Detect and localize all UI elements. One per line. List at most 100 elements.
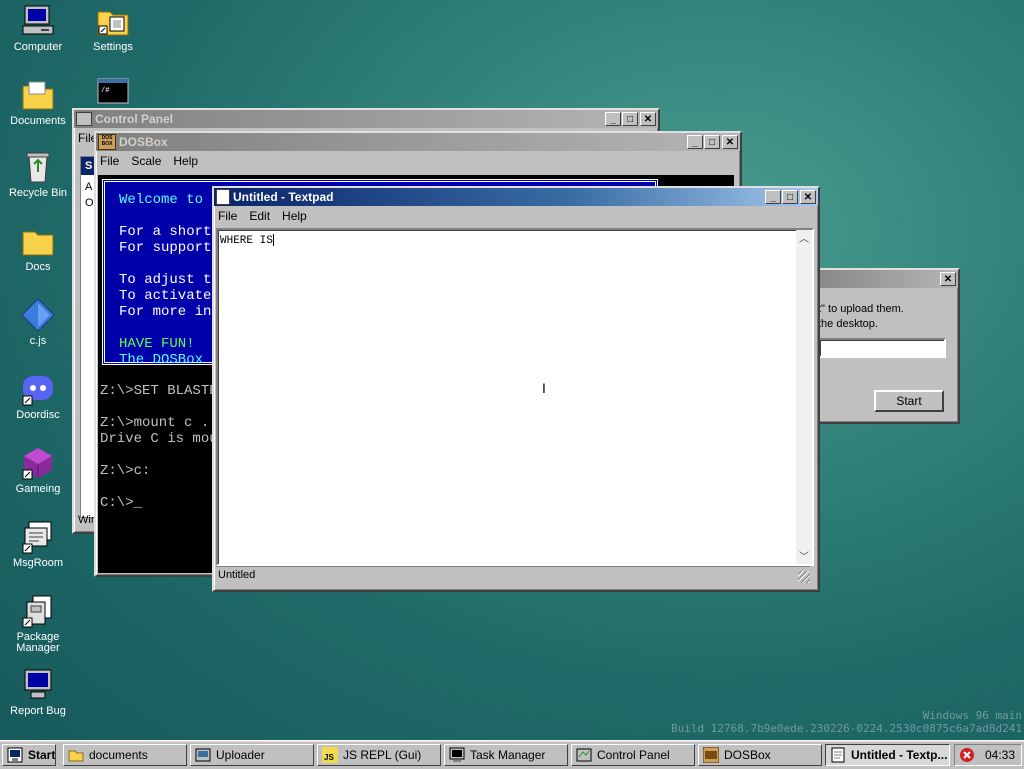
- folder-icon: [21, 78, 55, 112]
- taskbar: Start documents Uploader JS JS REPL (Gui…: [0, 740, 1024, 769]
- window-title: Control Panel: [95, 112, 174, 126]
- desktop-icon-label: Recycle Bin: [8, 187, 68, 199]
- desktop-icon-label: Package Manager: [16, 631, 60, 654]
- taskbar-item-label: Untitled - Textp...: [851, 748, 948, 762]
- desktop-icon-doordisc[interactable]: Doordisc: [0, 372, 76, 421]
- textpad-menubar: File Edit Help: [214, 206, 818, 226]
- recycle-bin-icon: [21, 150, 55, 184]
- console-line: Z:\>SET BLASTE: [100, 383, 218, 399]
- desktop-icon-msgroom[interactable]: MsgRoom: [0, 520, 76, 569]
- uploader-icon: [195, 748, 211, 762]
- desktop-icon-recycle-bin[interactable]: Recycle Bin: [0, 150, 76, 199]
- computer-icon: [21, 4, 55, 38]
- scroll-up-icon[interactable]: ︿: [796, 230, 812, 246]
- diamond-file-icon: [21, 298, 55, 332]
- maximize-button[interactable]: □: [782, 190, 798, 204]
- taskbar-item-label: documents: [89, 748, 148, 762]
- desktop-icon-documents[interactable]: Documents: [0, 78, 76, 127]
- error-icon[interactable]: [959, 747, 975, 763]
- close-button[interactable]: ✕: [640, 112, 656, 126]
- taskbar-item-label: DOSBox: [724, 748, 771, 762]
- ibeam-cursor-icon: I: [542, 380, 546, 396]
- desktop-icon-computer[interactable]: Computer: [0, 4, 76, 53]
- uploader-input[interactable]: [818, 338, 946, 358]
- system-tray: 04:33: [954, 744, 1022, 766]
- close-button[interactable]: ✕: [800, 190, 816, 204]
- menu-file[interactable]: File: [100, 154, 119, 168]
- svg-text:/#: /#: [101, 87, 109, 95]
- desktop-icon-gameing[interactable]: Gameing: [0, 446, 76, 495]
- taskbar-item-task-manager[interactable]: Task Manager: [444, 744, 568, 766]
- report-bug-icon: [21, 668, 55, 702]
- uploader-line: t" to upload them.: [818, 303, 904, 315]
- textpad-titlebar[interactable]: Untitled - Textpad _ □ ✕: [214, 188, 818, 206]
- taskbar-item-label: Control Panel: [597, 748, 670, 762]
- desktop-icon-package-manager[interactable]: Package Manager: [0, 594, 76, 654]
- taskbar-item-dosbox[interactable]: DOSBox: [698, 744, 822, 766]
- menu-help[interactable]: Help: [282, 209, 307, 223]
- watermark-line-2: Build 12768.7b9e0ede.230226-0224.2530c08…: [671, 722, 1022, 735]
- text-caret: [272, 234, 274, 246]
- taskbar-item-label: Task Manager: [470, 748, 546, 762]
- taskbar-item-control-panel[interactable]: Control Panel: [571, 744, 695, 766]
- taskbar-item-uploader[interactable]: Uploader: [190, 744, 314, 766]
- start-label: Start: [28, 748, 56, 762]
- desktop-icon-report-bug[interactable]: Report Bug: [0, 668, 76, 717]
- menu-edit[interactable]: Edit: [249, 209, 270, 223]
- minimize-button[interactable]: _: [605, 112, 621, 126]
- dosbox-icon: DOS BOX: [98, 134, 116, 150]
- close-button[interactable]: ✕: [722, 135, 738, 149]
- textpad-editor[interactable]: WHERE IS ︿ ﹀ I: [216, 228, 814, 566]
- taskbar-item-label: JS REPL (Gui): [343, 748, 422, 762]
- start-upload-button[interactable]: Start: [874, 390, 944, 412]
- desktop-icon-label: Report Bug: [10, 705, 66, 717]
- menu-scale[interactable]: Scale: [131, 154, 161, 168]
- menu-help[interactable]: Help: [173, 154, 198, 168]
- minimize-button[interactable]: _: [687, 135, 703, 149]
- console-line: Z:\>c:: [100, 463, 151, 479]
- status-text: Untitled: [218, 569, 256, 581]
- control-panel-icon: [576, 748, 592, 762]
- control-panel-titlebar[interactable]: Control Panel _ □ ✕: [74, 110, 658, 128]
- desktop-icon-label: MsgRoom: [12, 557, 64, 569]
- watermark-line-1: Windows 96 main: [922, 709, 1022, 722]
- editor-text: WHERE IS: [220, 234, 273, 247]
- start-button[interactable]: Start: [2, 744, 56, 766]
- uploader-text: t" to upload them. the desktop.: [818, 302, 904, 332]
- folder-icon: [21, 224, 55, 258]
- dosbox-console: Z:\>SET BLASTE Z:\>mount c . Drive C is …: [100, 383, 218, 511]
- desktop-icon-settings[interactable]: Settings: [75, 4, 151, 53]
- desktop-icon-label: Docs: [25, 261, 51, 273]
- dosbox-titlebar[interactable]: DOS BOX DOSBox _ □ ✕: [96, 133, 740, 151]
- desktop-icon-label: Settings: [93, 41, 133, 53]
- textpad-window[interactable]: Untitled - Textpad _ □ ✕ File Edit Help …: [212, 186, 820, 592]
- minimize-button[interactable]: _: [765, 190, 781, 204]
- build-watermark: Windows 96 main Build 12768.7b9e0ede.230…: [671, 709, 1022, 735]
- desktop-icon-docs[interactable]: Docs: [0, 224, 76, 273]
- menu-file[interactable]: File: [218, 209, 237, 223]
- scroll-down-icon[interactable]: ﹀: [796, 548, 812, 564]
- maximize-button[interactable]: □: [704, 135, 720, 149]
- taskbar-item-documents[interactable]: documents: [63, 744, 187, 766]
- desktop-icon-label: Gameing: [15, 483, 61, 495]
- taskbar-item-js-repl[interactable]: JS JS REPL (Gui): [317, 744, 441, 766]
- resize-grip-icon[interactable]: [798, 571, 810, 583]
- taskbar-item-label: Uploader: [216, 748, 265, 762]
- game-cube-icon: [21, 446, 55, 480]
- maximize-button[interactable]: □: [622, 112, 638, 126]
- control-panel-icon: [76, 112, 92, 126]
- desktop-icon-label: Doordisc: [16, 409, 60, 421]
- vertical-scrollbar[interactable]: ︿ ﹀: [796, 230, 812, 564]
- package-icon: [21, 594, 55, 628]
- textpad-icon: [216, 189, 230, 205]
- taskbar-item-textpad[interactable]: Untitled - Textp...: [825, 744, 950, 766]
- textpad-statusbar: Untitled: [216, 566, 810, 583]
- editor-content: WHERE IS: [220, 234, 274, 247]
- clock: 04:33: [985, 748, 1016, 762]
- desktop-icon-cjs[interactable]: c.js: [0, 298, 76, 347]
- desktop-icon-label: Computer: [13, 41, 63, 53]
- close-button[interactable]: ✕: [940, 272, 956, 286]
- console-line: Z:\>mount c .: [100, 415, 210, 431]
